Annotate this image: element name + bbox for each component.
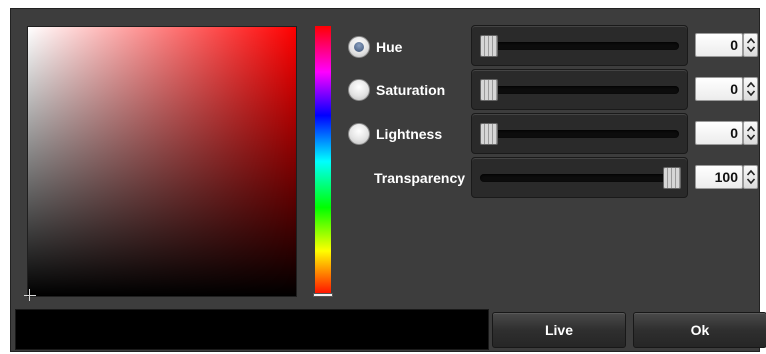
transparency-label: Transparency <box>374 170 466 186</box>
transparency-value-field[interactable]: 100 <box>695 165 743 189</box>
saturation-slider-track <box>480 86 679 94</box>
lightness-stepper[interactable] <box>743 121 758 145</box>
hue-slider-thumb[interactable] <box>480 35 498 57</box>
lightness-label: Lightness <box>376 126 443 142</box>
hue-radio[interactable] <box>348 36 370 58</box>
stepper-arrows-icon <box>746 81 756 97</box>
lightness-radio[interactable] <box>348 123 370 145</box>
saturation-slider-thumb[interactable] <box>480 79 498 101</box>
saturation-stepper[interactable] <box>743 77 758 101</box>
lightness-slider-thumb[interactable] <box>480 123 498 145</box>
hue-value-field[interactable]: 0 <box>695 33 743 57</box>
saturation-slider[interactable] <box>471 69 688 110</box>
crosshair-icon[interactable] <box>24 289 36 301</box>
color-preview <box>15 309 489 350</box>
transparency-slider-track <box>480 174 679 182</box>
live-button[interactable]: Live <box>492 312 626 348</box>
hue-label: Hue <box>376 39 403 55</box>
ok-button[interactable]: Ok <box>633 312 766 348</box>
hue-strip-marker[interactable] <box>313 293 333 297</box>
lightness-value-field[interactable]: 0 <box>695 121 743 145</box>
hue-slider[interactable] <box>471 25 688 66</box>
transparency-stepper[interactable] <box>743 165 758 189</box>
lightness-slider[interactable] <box>471 113 688 154</box>
stepper-arrows-icon <box>746 125 756 141</box>
saturation-lightness-field[interactable] <box>24 26 297 301</box>
stepper-arrows-icon <box>746 169 756 185</box>
lightness-slider-track <box>480 130 679 138</box>
saturation-value-field[interactable]: 0 <box>695 77 743 101</box>
hue-stepper[interactable] <box>743 33 758 57</box>
saturation-radio[interactable] <box>348 79 370 101</box>
color-picker-dialog: Hue 0 Saturation 0 Lightness 0 Transpare… <box>10 8 766 352</box>
transparency-slider[interactable] <box>471 157 688 198</box>
transparency-slider-thumb[interactable] <box>663 167 681 189</box>
hue-slider-track <box>480 42 679 50</box>
hue-strip[interactable] <box>315 26 331 297</box>
saturation-label: Saturation <box>376 82 446 98</box>
stepper-arrows-icon <box>746 37 756 53</box>
